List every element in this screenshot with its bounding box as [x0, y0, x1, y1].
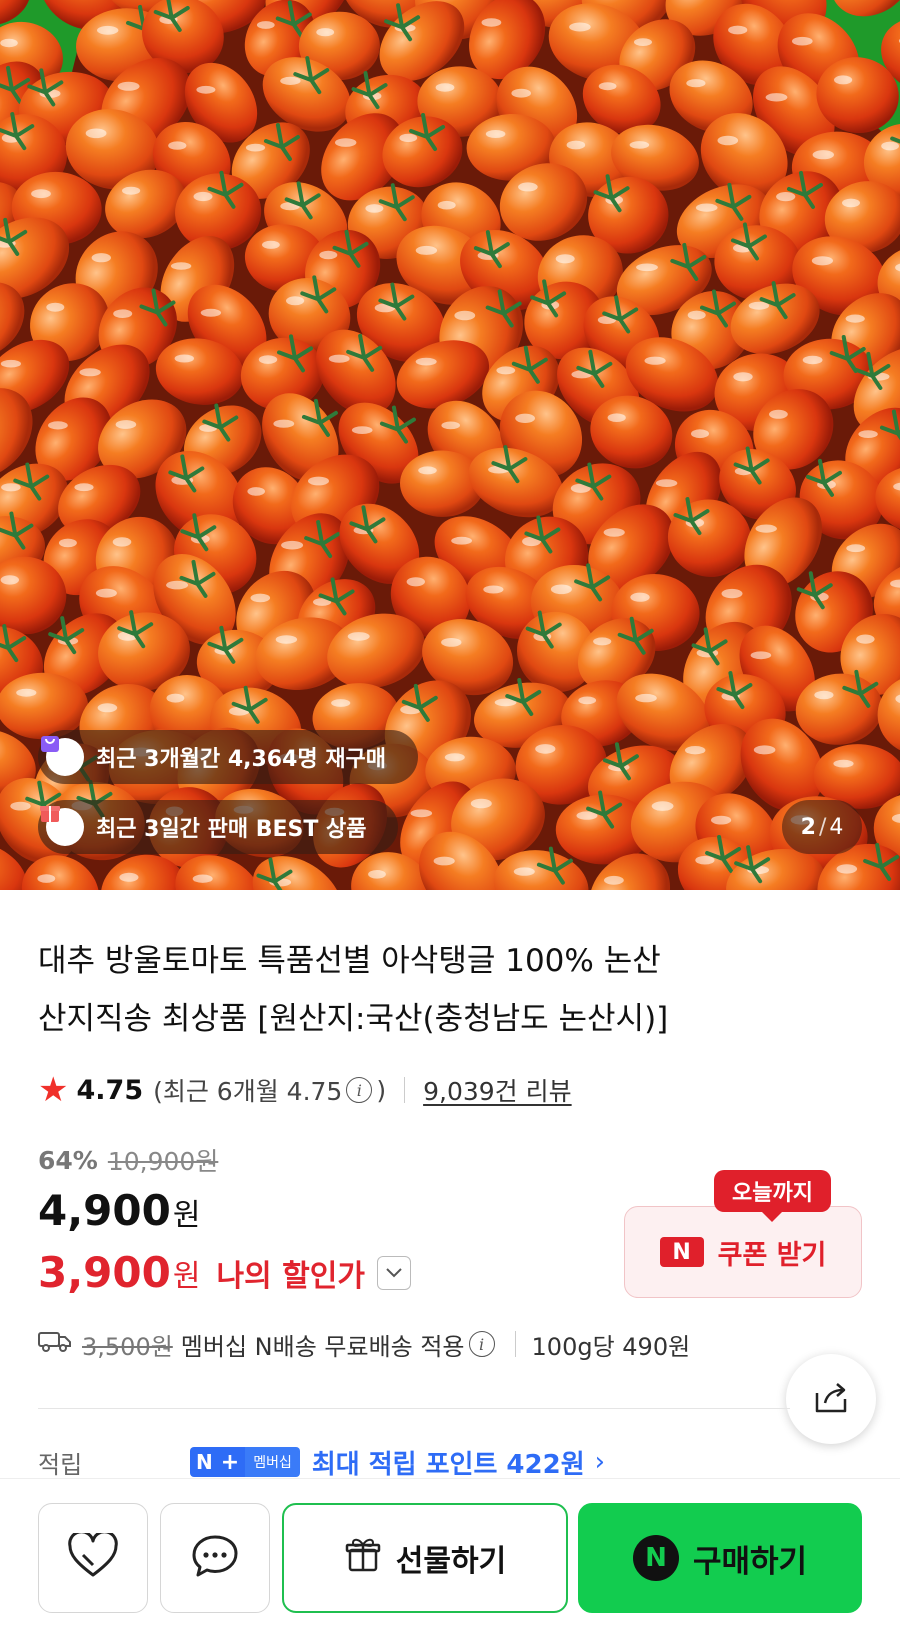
- coupon-button-label: 쿠폰 받기: [717, 1239, 827, 1271]
- pager-total: 4: [829, 814, 844, 840]
- shipping-info-icon[interactable]: i: [468, 1331, 495, 1357]
- rating-row: ★ 4.75 (최근 6개월 4.75 i ) 9,039건 리뷰: [38, 1070, 572, 1110]
- image-pager: 2 / 4: [782, 800, 862, 854]
- star-icon: ★: [38, 1070, 69, 1110]
- coupon-button[interactable]: N 쿠폰 받기: [624, 1206, 862, 1298]
- original-shipping-fee: 3,500원: [82, 1332, 173, 1361]
- gift-button[interactable]: 선물하기: [282, 1503, 568, 1613]
- original-price: 10,900원: [107, 1147, 219, 1176]
- product-title: 대추 방울토마토 특품선별 아삭탱글 100% 논산 산지직송 최상품 [원산지…: [38, 932, 758, 1048]
- buy-button-label: 구매하기: [692, 1543, 808, 1580]
- wishlist-button[interactable]: [38, 1503, 148, 1613]
- bottom-action-bar: 선물하기 N 구매하기: [0, 1478, 900, 1638]
- today-only-tag: 오늘까지: [714, 1170, 831, 1222]
- discount-rate: 64%: [38, 1145, 98, 1175]
- product-title-line-2: 산지직송 최상품 [원산지:국산(충청남도 논산시)]: [38, 1001, 669, 1037]
- points-label: 적립: [38, 1450, 83, 1479]
- sale-price: 4,900 원: [38, 1186, 200, 1235]
- gift-icon: [344, 1535, 382, 1581]
- unit-price: 100g당 490원: [531, 1332, 691, 1361]
- pager-current: 2: [800, 814, 816, 840]
- my-price-unit: 원: [172, 1258, 201, 1294]
- my-price-label: 나의 할인가: [216, 1258, 365, 1294]
- chevron-right-icon: ›: [594, 1447, 606, 1477]
- npoint-n: N: [190, 1447, 219, 1477]
- sale-price-number: 4,900: [38, 1186, 171, 1235]
- rating-score: 4.75: [76, 1074, 144, 1106]
- best-seller-badge: 최근 3일간 판매 BEST 상품: [38, 800, 398, 854]
- pager-separator: /: [818, 814, 827, 840]
- truck-icon: [38, 1329, 72, 1359]
- chat-bubble-icon: [190, 1533, 240, 1583]
- recent-rating-text: (최근 6개월 4.75: [153, 1077, 343, 1106]
- npay-coupon-icon: N: [659, 1237, 704, 1267]
- buy-button[interactable]: N 구매하기: [578, 1503, 862, 1613]
- repurchase-bag-icon: [41, 736, 84, 776]
- free-shipping-text: 멤버십 N배송 무료배송 적용: [180, 1332, 465, 1361]
- shipping-row: 3,500원 멤버십 N배송 무료배송 적용 i 100g당 490원: [38, 1324, 690, 1364]
- heart-icon: [67, 1530, 119, 1583]
- chevron-down-icon[interactable]: [376, 1255, 411, 1290]
- rating-info-icon[interactable]: i: [346, 1077, 373, 1103]
- my-price-number: 3,900: [38, 1248, 171, 1297]
- review-count-link[interactable]: 9,039건 리뷰: [423, 1072, 572, 1108]
- share-button[interactable]: [786, 1354, 876, 1444]
- divider: [514, 1331, 516, 1357]
- points-row[interactable]: 적립 N + 멤버십 최대 적립 포인트 422원 ›: [38, 1442, 605, 1482]
- repurchase-badge-text: 최근 3개월간 4,364명 재구매: [96, 747, 387, 772]
- npay-membership-badge: N + 멤버십: [190, 1447, 300, 1477]
- section-divider: [38, 1408, 790, 1409]
- product-image-gallery[interactable]: 최근 3개월간 4,364명 재구매 최근 3일간 판매 BEST 상품 2 /…: [0, 0, 900, 890]
- gift-box-icon: [40, 806, 84, 846]
- share-icon: [811, 1377, 851, 1421]
- best-seller-badge-text: 최근 3일간 판매 BEST 상품: [96, 817, 367, 842]
- repurchase-badge: 최근 3개월간 4,364명 재구매: [38, 730, 418, 784]
- gift-button-label: 선물하기: [395, 1544, 507, 1579]
- sale-price-unit: 원: [172, 1198, 201, 1233]
- npay-icon: N: [632, 1535, 679, 1581]
- talk-button[interactable]: [160, 1503, 270, 1613]
- divider: [404, 1077, 406, 1103]
- product-title-line-1: 대추 방울토마토 특품선별 아삭탱글 100% 논산: [38, 943, 661, 979]
- discount-row: 64% 10,900원: [38, 1142, 218, 1178]
- recent-rating-close: ): [376, 1075, 387, 1105]
- npoint-plus: +: [218, 1447, 246, 1477]
- my-discount-price: 3,900 원 나의 할인가: [38, 1248, 411, 1297]
- max-points-text: 최대 적립 포인트 422원: [311, 1449, 585, 1480]
- npoint-membership: 멤버십: [245, 1447, 300, 1477]
